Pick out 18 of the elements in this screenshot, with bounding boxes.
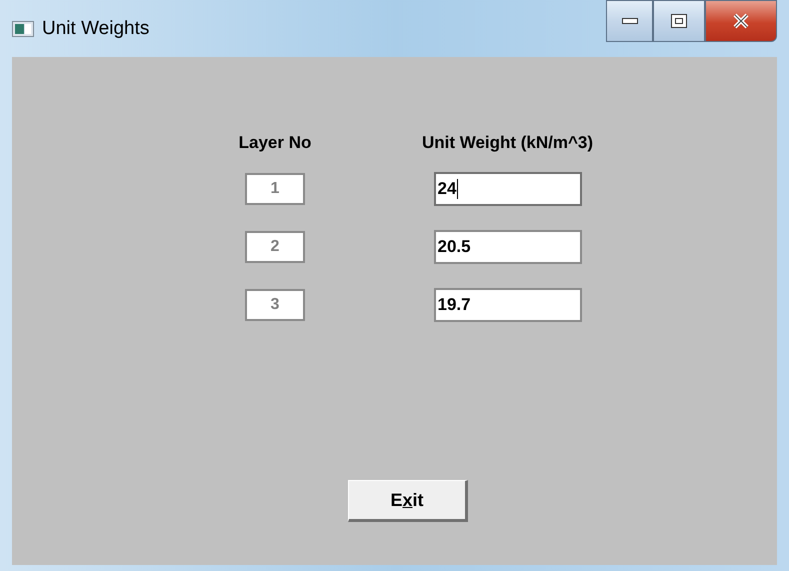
close-icon: [732, 13, 750, 29]
close-button[interactable]: [705, 0, 777, 42]
layer-number-field: 3: [245, 289, 305, 321]
unit-weight-field[interactable]: 24: [434, 172, 582, 206]
column-header: Layer No: [238, 133, 312, 153]
exit-button[interactable]: Exit: [348, 480, 468, 522]
app-icon: [12, 20, 34, 36]
unit-weight-field[interactable]: 19.7: [434, 288, 582, 322]
text-cursor: [457, 179, 458, 199]
window-title: Unit Weights: [42, 18, 150, 40]
minimize-button[interactable]: [606, 0, 653, 42]
minimize-icon: [622, 18, 638, 24]
layer-number-field: 1: [245, 173, 305, 205]
maximize-button[interactable]: [653, 0, 705, 42]
layer-number-field: 2: [245, 231, 305, 263]
unit-weight-field[interactable]: 20.5: [434, 230, 582, 264]
column-header: Unit Weight (kN/m^3): [422, 133, 594, 153]
maximize-icon: [671, 14, 687, 28]
